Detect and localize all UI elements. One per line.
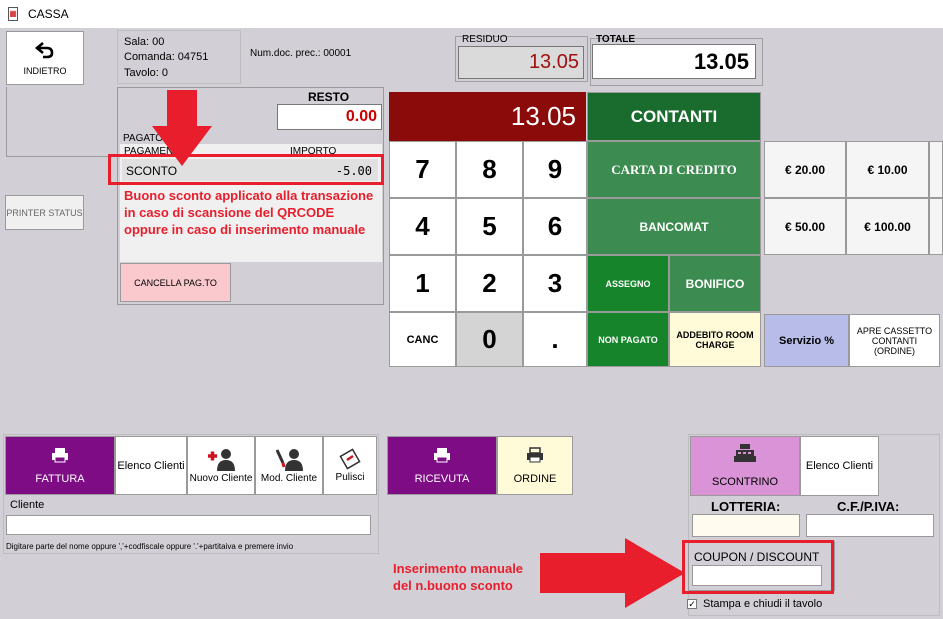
key-5[interactable]: 5 [456, 198, 523, 255]
scontrino-button[interactable]: SCONTRINO [690, 436, 800, 496]
nuovo-cliente-label: Nuovo Cliente [189, 473, 253, 484]
euro-50-button[interactable]: € 50.00 [764, 198, 846, 255]
key-canc[interactable]: CANC [389, 312, 456, 367]
bancomat-button[interactable]: BANCOMAT [587, 198, 761, 255]
key-9[interactable]: 9 [523, 141, 587, 198]
mod-cliente-label: Mod. Cliente [260, 473, 318, 484]
annotation-line: in caso di scansione del QRCODE [124, 205, 335, 220]
annotation-line: del n.buono sconto [393, 578, 513, 593]
fattura-label: FATTURA [35, 472, 85, 485]
residuo-label: RESIDUO [462, 34, 508, 45]
key-dot[interactable]: . [523, 312, 587, 367]
pulisci-button[interactable]: Pulisci [323, 436, 377, 495]
edit-user-icon [275, 449, 303, 471]
num-doc-text: Num.doc. prec.: 00001 [250, 48, 352, 59]
key-7[interactable]: 7 [389, 141, 456, 198]
annotation-arrow-right-icon [540, 538, 685, 608]
euro-extra-button[interactable] [929, 141, 943, 198]
lotteria-label: LOTTERIA: [711, 499, 781, 514]
key-4[interactable]: 4 [389, 198, 456, 255]
printer-icon [52, 447, 68, 462]
back-button[interactable]: INDIETRO [6, 31, 84, 85]
annotation-text-2: Inserimento manuale del n.buono sconto [393, 560, 543, 594]
ricevuta-button[interactable]: RICEVUTA [387, 436, 497, 495]
assegno-button[interactable]: ASSEGNO [587, 255, 669, 312]
tavolo-text: Tavolo: 0 [124, 67, 169, 79]
left-frame [6, 87, 113, 157]
annotation-line: oppure in caso di inserimento manuale [124, 222, 366, 237]
app-icon: ▦ [8, 7, 18, 21]
apre-cassetto-button[interactable]: APRE CASSETTO CONTANTI (ORDINE) [849, 314, 940, 367]
key-6[interactable]: 6 [523, 198, 587, 255]
cash-register-icon [734, 444, 756, 462]
ordine-button[interactable]: ORDINE [497, 436, 573, 495]
addebito-room-charge-button[interactable]: ADDEBITO ROOM CHARGE [669, 312, 761, 367]
lotteria-input[interactable] [692, 514, 800, 537]
key-3[interactable]: 3 [523, 255, 587, 312]
title-bar: ▦ CASSA [0, 0, 943, 28]
stampa-checkbox[interactable]: ✓ [687, 599, 697, 609]
window-title: CASSA [28, 7, 69, 21]
resto-label: RESTO [308, 90, 350, 104]
cliente-label: Cliente [10, 499, 45, 511]
receipt-elenco-clienti-button[interactable]: Elenco Clienti [800, 436, 879, 496]
elenco-clienti-button[interactable]: Elenco Clienti [115, 436, 187, 495]
info-panel: Sala: 00 Comanda: 04751 Tavolo: 0 [117, 30, 241, 84]
cliente-hint: Digitare parte del nome oppure ','+codfi… [6, 542, 294, 551]
annotation-coupon-box [682, 540, 834, 594]
nuovo-cliente-button[interactable]: Nuovo Cliente [187, 436, 255, 495]
stampa-label: Stampa e chiudi il tavolo [703, 598, 823, 610]
eraser-icon [339, 448, 361, 470]
cancella-pagto-button[interactable]: CANCELLA PAG.TO [120, 263, 231, 302]
annotation-line: Inserimento manuale [393, 561, 524, 576]
annotation-text-1: Buono sconto applicato alla transazione … [124, 187, 394, 238]
ordine-label: ORDINE [513, 472, 557, 485]
carta-credito-button[interactable]: CARTA DI CREDITO [587, 141, 761, 198]
annotation-line: Buono sconto applicato alla transazione [124, 188, 374, 203]
keypad-display: 13.05 [389, 92, 586, 141]
annotation-arrow-down-icon [152, 90, 212, 166]
annotation-highlight-box [108, 154, 384, 185]
totale-value: 13.05 [592, 44, 756, 79]
cliente-input[interactable] [6, 515, 371, 535]
servizio-button[interactable]: Servizio % [764, 314, 849, 367]
sala-text: Sala: 00 [124, 36, 165, 48]
pulisci-label: Pulisci [335, 472, 365, 483]
non-pagato-button[interactable]: NON PAGATO [587, 312, 669, 367]
euro-100-button[interactable]: € 100.00 [846, 198, 929, 255]
key-2[interactable]: 2 [456, 255, 523, 312]
contanti-button[interactable]: CONTANTI [587, 92, 761, 141]
back-label: INDIETRO [23, 66, 67, 76]
euro-extra-button-2[interactable] [929, 198, 943, 255]
resto-value: 0.00 [277, 104, 382, 130]
printer-icon [434, 447, 450, 462]
bonifico-button[interactable]: BONIFICO [669, 255, 761, 312]
printer-icon [527, 446, 543, 462]
residuo-value: 13.05 [458, 46, 584, 79]
printer-status-button[interactable]: PRINTER STATUS [5, 195, 84, 230]
ricevuta-label: RICEVUTA [414, 472, 470, 485]
euro-10-button[interactable]: € 10.00 [846, 141, 929, 198]
comanda-text: Comanda: 04751 [124, 51, 209, 63]
euro-20-button[interactable]: € 20.00 [764, 141, 846, 198]
cf-piva-input[interactable] [806, 514, 934, 537]
key-0[interactable]: 0 [456, 312, 523, 367]
mod-cliente-button[interactable]: Mod. Cliente [255, 436, 323, 495]
fattura-button[interactable]: FATTURA [5, 436, 115, 495]
scontrino-label: SCONTRINO [712, 476, 778, 488]
key-1[interactable]: 1 [389, 255, 456, 312]
key-8[interactable]: 8 [456, 141, 523, 198]
add-user-icon [208, 449, 235, 471]
back-arrow-icon [34, 42, 54, 59]
cf-piva-label: C.F./P.IVA: [837, 499, 900, 514]
